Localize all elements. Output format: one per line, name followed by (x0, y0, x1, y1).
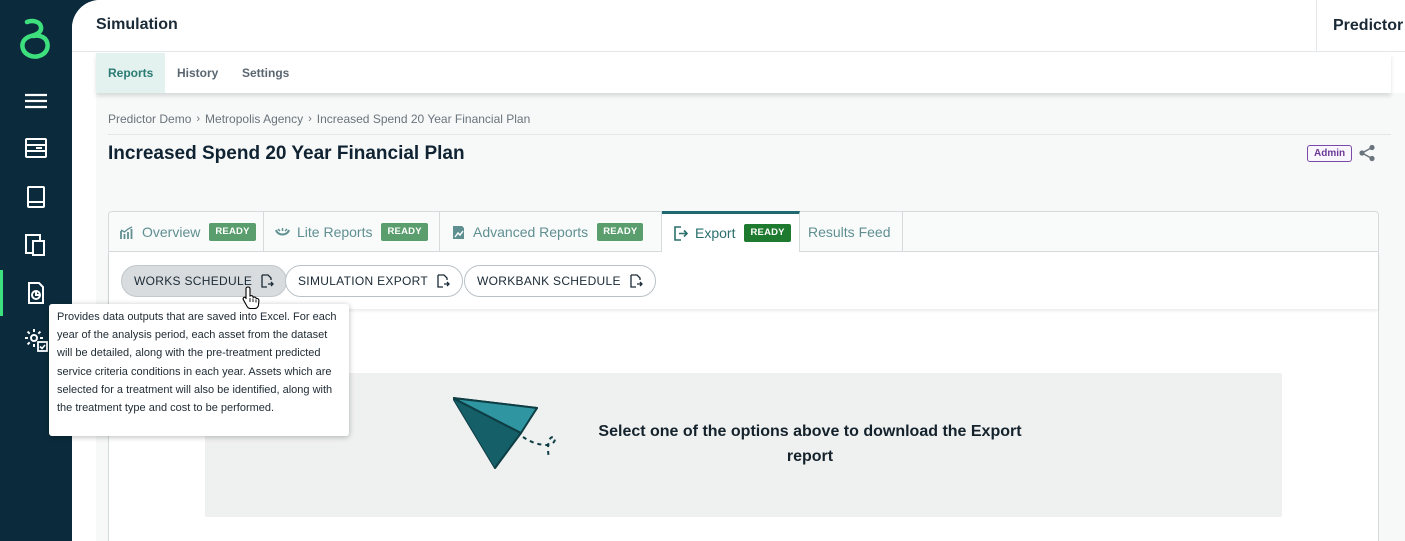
file-export-icon (437, 274, 450, 288)
paper-plane-icon (453, 397, 556, 469)
empty-state: Select one of the options above to downl… (205, 373, 1282, 517)
product-name[interactable]: Predictor (1316, 0, 1405, 52)
button-label: SIMULATION EXPORT (298, 274, 429, 288)
database-icon (25, 138, 47, 158)
tab-label: Lite Reports (297, 224, 373, 240)
tooltip: Provides data outputs that are saved int… (49, 304, 349, 436)
role-badge: Admin (1307, 145, 1353, 162)
sidebar-item-library[interactable] (0, 174, 72, 220)
status-badge: READY (744, 224, 791, 242)
main-panel: Simulation Predictor Reports History Set… (72, 0, 1405, 541)
documents-icon (25, 234, 45, 256)
divider (108, 134, 1391, 135)
share-icon[interactable] (1358, 144, 1376, 162)
tab-settings[interactable]: Settings (230, 53, 301, 93)
page-title: Increased Spend 20 Year Financial Plan (108, 143, 465, 164)
tab-history[interactable]: History (165, 53, 230, 93)
works-schedule-button[interactable]: WORKS SCHEDULE (121, 265, 288, 297)
tab-export[interactable]: Export READY (662, 211, 800, 252)
hamburger-icon (25, 93, 47, 109)
report-tabs: Overview READY Lite Reports READY Advanc… (109, 211, 1378, 252)
lite-reports-icon (275, 227, 290, 235)
book-icon (27, 186, 45, 208)
tab-label: Advanced Reports (473, 224, 589, 240)
chart-icon (120, 225, 133, 239)
status-badge: READY (209, 223, 256, 241)
sidebar-item-networks[interactable] (0, 125, 72, 171)
status-badge: READY (597, 223, 644, 241)
export-options: WORKS SCHEDULE SIMULATION EXPORT WORKBAN… (109, 253, 1378, 309)
workbank-schedule-button[interactable]: WORKBANK SCHEDULE (464, 265, 656, 297)
breadcrumb-item: Increased Spend 20 Year Financial Plan (316, 112, 531, 126)
empty-state-message: Select one of the options above to downl… (598, 423, 1022, 465)
tab-overview[interactable]: Overview READY (109, 212, 264, 252)
sidebar (0, 0, 72, 541)
button-label: WORKBANK SCHEDULE (477, 274, 621, 288)
tab-label: Export (695, 225, 736, 241)
tab-lite-reports[interactable]: Lite Reports READY (264, 212, 440, 252)
sidebar-item-documents[interactable] (0, 222, 72, 268)
breadcrumb: Predictor Demo › Metropolis Agency › Inc… (108, 112, 530, 126)
status-badge: READY (381, 223, 428, 241)
gear-icon (25, 329, 48, 352)
top-bar: Simulation Predictor (72, 0, 1405, 52)
sidebar-menu[interactable] (0, 78, 72, 124)
file-export-icon (630, 274, 643, 288)
simulation-export-button[interactable]: SIMULATION EXPORT (285, 265, 464, 297)
breadcrumb-item[interactable]: Predictor Demo (108, 112, 191, 126)
tab-label: Overview (142, 224, 201, 240)
tab-advanced-reports[interactable]: Advanced Reports READY (440, 212, 662, 252)
export-icon (674, 225, 688, 241)
report-icon (28, 282, 44, 304)
breadcrumb-item[interactable]: Metropolis Agency (205, 112, 303, 126)
hand-cursor-icon (242, 286, 260, 309)
chevron-right-icon: › (308, 113, 312, 125)
chevron-right-icon: › (196, 113, 201, 125)
tab-reports[interactable]: Reports (96, 53, 166, 93)
brand-logo-icon[interactable] (16, 18, 54, 60)
file-export-icon (261, 274, 275, 288)
tab-label: Results Feed (808, 224, 891, 240)
button-label: WORKS SCHEDULE (134, 274, 253, 288)
advanced-reports-icon (453, 225, 464, 239)
tab-results-feed[interactable]: Results Feed (800, 212, 903, 252)
app-title: Simulation (96, 16, 178, 33)
sub-navigation: Reports History Settings (96, 53, 1391, 93)
